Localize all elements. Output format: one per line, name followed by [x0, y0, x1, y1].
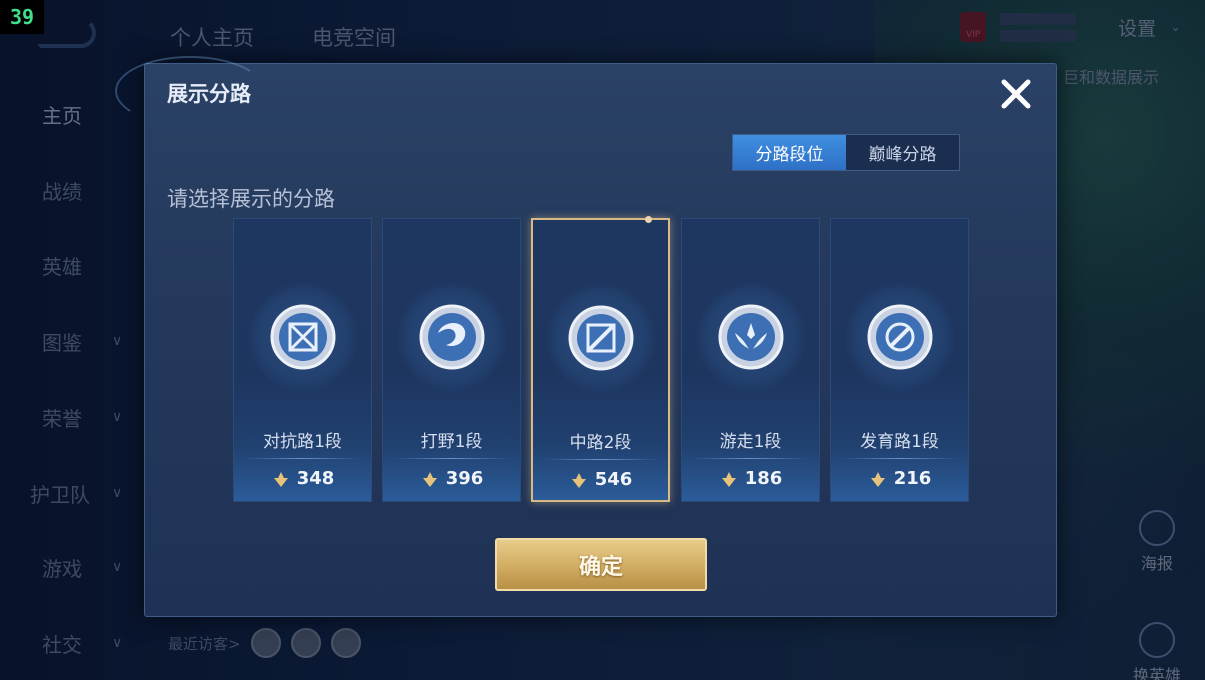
roam-wings-icon [718, 304, 783, 370]
score-crest-icon [571, 472, 586, 488]
frame-counter: 39 [0, 0, 44, 34]
score-crest-icon [422, 471, 437, 487]
lane-label: 打野1段 [420, 432, 483, 452]
lane-card-roam[interactable]: 游走1段 186 [681, 218, 820, 502]
lane-label: 游走1段 [719, 432, 782, 452]
mid-lane-icon [568, 305, 633, 371]
divider [543, 459, 658, 460]
lane-label: 对抗路1段 [263, 432, 342, 452]
jungle-dragon-icon [419, 304, 484, 370]
lane-label: 发育路1段 [860, 432, 939, 452]
score-crest-icon [870, 471, 885, 487]
lane-display-dialog: 展示分路 分路段位 巅峰分路 请选择展示的分路 对抗路1段 348 打野1段 3… [115, 56, 1057, 617]
lane-score: 348 [234, 468, 371, 489]
dialog-title: 展示分路 [167, 82, 251, 106]
tab-lane-rank[interactable]: 分路段位 [733, 135, 846, 170]
close-icon [1001, 79, 1031, 109]
lane-score: 396 [383, 468, 520, 489]
divider [841, 458, 958, 459]
lane-card-mid[interactable]: 中路2段 546 [531, 216, 670, 502]
confirm-button[interactable]: 确定 [495, 538, 707, 591]
select-prompt: 请选择展示的分路 [167, 187, 335, 211]
divider [393, 458, 510, 459]
score-crest-icon [273, 471, 288, 487]
lane-label: 中路2段 [569, 433, 632, 453]
selected-marker [645, 216, 652, 223]
score-crest-icon [721, 471, 736, 487]
lane-tabs: 分路段位 巅峰分路 [732, 134, 960, 171]
lane-card-farm[interactable]: 发育路1段 216 [830, 218, 969, 502]
tab-peak-lane[interactable]: 巅峰分路 [846, 135, 959, 170]
lane-card-clash[interactable]: 对抗路1段 348 [233, 218, 372, 502]
clash-lane-icon [270, 304, 335, 370]
divider [692, 458, 809, 459]
divider [244, 458, 361, 459]
farm-lane-icon [867, 304, 932, 370]
lane-card-list: 对抗路1段 348 打野1段 396 中路2段 546 游走1段 186 发育路… [233, 216, 969, 502]
lane-card-jungle[interactable]: 打野1段 396 [382, 218, 521, 502]
lane-score: 186 [682, 468, 819, 489]
close-button[interactable] [996, 74, 1036, 114]
lane-score: 216 [831, 468, 968, 489]
lane-score: 546 [533, 469, 668, 490]
